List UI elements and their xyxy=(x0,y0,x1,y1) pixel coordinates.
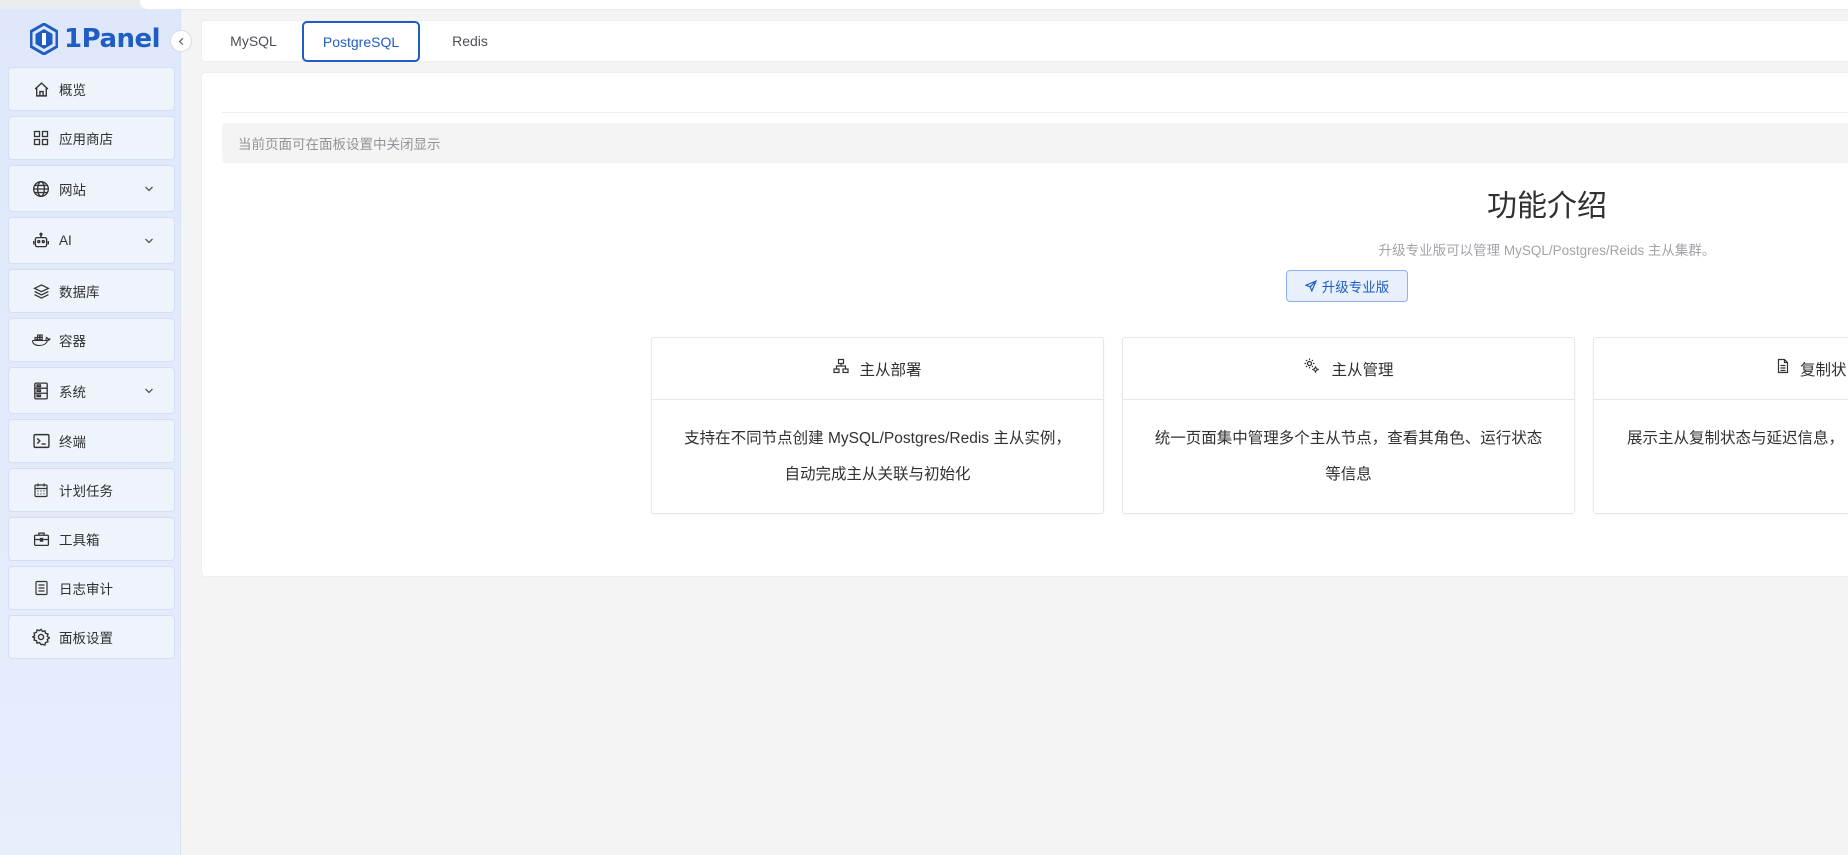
sidebar-item-label: 终端 xyxy=(59,435,86,450)
sidebar-item-label: 系统 xyxy=(59,384,86,400)
features-subtitle: 升级专业版可以管理 MySQL/Postgres/Reids 主从集群。 xyxy=(1378,243,1716,258)
sidebar-item-label: 数据库 xyxy=(59,285,100,300)
feature-card-line: 支持在不同节点创建 MySQL/Postgres/Redis 主从实例， xyxy=(684,430,1071,447)
sidebar-item-label: AI xyxy=(59,233,72,248)
sidebar-item-label: 概览 xyxy=(59,83,86,98)
sidebar-item-terminal[interactable]: 终端 xyxy=(8,419,175,463)
document-icon xyxy=(1775,358,1790,379)
feature-card-line: 统一页面集中管理多个主从节点，查看其角色、运行状态 xyxy=(1154,430,1543,447)
feature-card-header: 主从管理 xyxy=(1123,338,1574,400)
upgrade-pro-button[interactable]: 升级专业版 xyxy=(1286,270,1408,302)
sidebar-item-panel-settings[interactable]: 面板设置 xyxy=(8,615,175,659)
toolbox-icon xyxy=(31,529,51,549)
tab-mysql[interactable]: MySQL xyxy=(216,21,291,61)
divider xyxy=(222,112,1848,113)
feature-card-description: 支持在不同节点创建 MySQL/Postgres/Redis 主从实例， 自动完… xyxy=(652,400,1103,493)
sidebar-item-label: 面板设置 xyxy=(59,631,113,646)
feature-card-master-slave-deploy: 主从部署 支持在不同节点创建 MySQL/Postgres/Redis 主从实例… xyxy=(651,337,1104,514)
database-tabs: MySQL PostgreSQL Redis xyxy=(201,20,1848,62)
browser-top-strip xyxy=(0,0,1848,10)
sidebar-item-overview[interactable]: 概览 xyxy=(8,67,175,111)
sidebar-item-label: 工具箱 xyxy=(59,533,100,548)
notice-banner: 当前页面可在面板设置中关闭显示 xyxy=(222,123,1848,163)
globe-icon xyxy=(31,179,51,199)
feature-card-line: 展示主从复制状态与延迟信息， xyxy=(1627,430,1845,447)
feature-card-title: 复制状 xyxy=(1800,361,1847,379)
feature-card-title: 主从管理 xyxy=(1331,361,1394,379)
sidebar: 1Panel 概览 应用商店 网站 AI 数据库 容器 系统 终端 计划任务 工… xyxy=(0,9,181,855)
chevron-down-icon xyxy=(144,233,154,248)
feature-card-description: 统一页面集中管理多个主从节点，查看其角色、运行状态 等信息 xyxy=(1123,400,1574,493)
server-icon xyxy=(31,381,51,401)
sidebar-menu: 概览 应用商店 网站 AI 数据库 容器 系统 终端 计划任务 工具箱 日志审计… xyxy=(8,67,175,664)
sidebar-item-toolbox[interactable]: 工具箱 xyxy=(8,517,175,561)
calendar-icon xyxy=(31,480,51,500)
feature-card-master-slave-manage: 主从管理 统一页面集中管理多个主从节点，查看其角色、运行状态 等信息 xyxy=(1122,337,1575,514)
sidebar-item-label: 日志审计 xyxy=(59,582,113,597)
tab-redis[interactable]: Redis xyxy=(438,21,502,61)
layers-icon xyxy=(31,281,51,301)
grid-icon xyxy=(31,128,51,148)
docker-icon xyxy=(31,330,51,350)
chevron-left-icon xyxy=(178,37,183,45)
logo-hex-icon xyxy=(30,23,58,55)
sidebar-item-label: 计划任务 xyxy=(59,484,113,499)
logo[interactable]: 1Panel xyxy=(30,21,161,57)
feature-card-header: 复制状 xyxy=(1594,338,1848,400)
sidebar-item-label: 应用商店 xyxy=(59,132,113,147)
feature-card-header: 主从部署 xyxy=(652,338,1103,400)
gears-icon xyxy=(1303,357,1321,380)
sidebar-item-label: 容器 xyxy=(59,334,86,349)
logo-text: 1Panel xyxy=(64,24,161,54)
send-icon xyxy=(1304,280,1317,292)
feature-card-line: 等信息 xyxy=(1325,466,1372,483)
sidebar-item-log-audit[interactable]: 日志审计 xyxy=(8,566,175,610)
collapse-sidebar-button[interactable] xyxy=(170,30,192,52)
chevron-down-icon xyxy=(144,181,154,196)
main-card: 当前页面可在面板设置中关闭显示 功能介绍 升级专业版可以管理 MySQL/Pos… xyxy=(201,72,1848,577)
feature-card-title: 主从部署 xyxy=(859,361,922,379)
sidebar-item-database[interactable]: 数据库 xyxy=(8,269,175,313)
address-bar[interactable] xyxy=(140,0,1848,9)
sidebar-item-label: 网站 xyxy=(59,182,86,198)
features-title: 功能介绍 xyxy=(1487,190,1607,223)
sidebar-item-ai[interactable]: AI xyxy=(8,217,175,264)
feature-card-line: 自动完成主从关联与初始化 xyxy=(784,466,971,483)
notice-text: 当前页面可在面板设置中关闭显示 xyxy=(238,137,441,152)
sidebar-item-cron[interactable]: 计划任务 xyxy=(8,468,175,512)
sidebar-item-app-store[interactable]: 应用商店 xyxy=(8,116,175,160)
feature-card-description: 展示主从复制状态与延迟信息， xyxy=(1594,400,1848,457)
sidebar-item-system[interactable]: 系统 xyxy=(8,367,175,414)
terminal-icon xyxy=(31,431,51,451)
gear-icon xyxy=(31,627,51,647)
robot-icon xyxy=(31,231,51,251)
chevron-down-icon xyxy=(144,383,154,398)
sidebar-item-website[interactable]: 网站 xyxy=(8,165,175,212)
sidebar-item-container[interactable]: 容器 xyxy=(8,318,175,362)
tab-postgresql[interactable]: PostgreSQL xyxy=(302,21,420,62)
log-icon xyxy=(31,578,51,598)
upgrade-pro-label: 升级专业版 xyxy=(1321,280,1390,295)
feature-card-replication-status: 复制状 展示主从复制状态与延迟信息， xyxy=(1593,337,1848,514)
home-icon xyxy=(31,79,51,99)
sitemap-icon xyxy=(833,358,850,379)
